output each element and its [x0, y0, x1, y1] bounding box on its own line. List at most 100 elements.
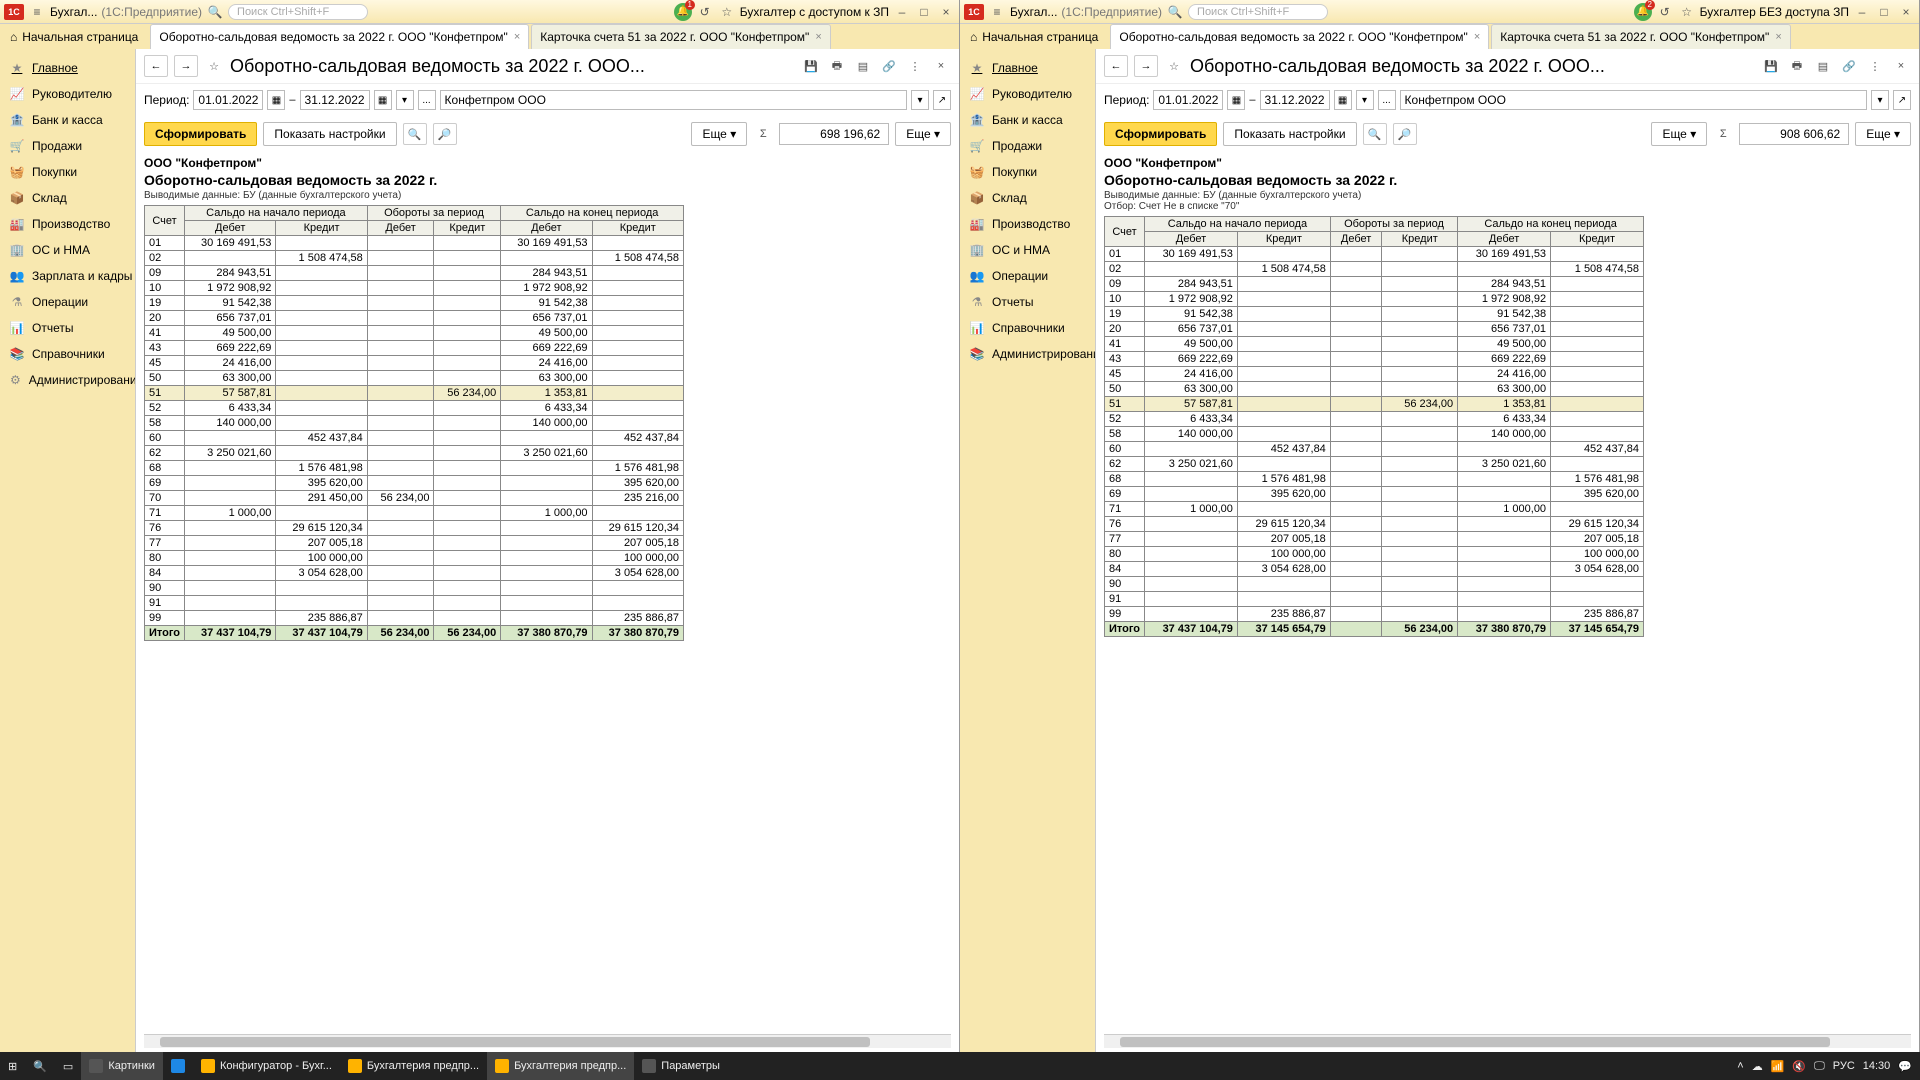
data-table[interactable]: СчетСальдо на начало периодаОбороты за п… — [144, 205, 684, 641]
find-ext-button[interactable]: 🔎 — [1393, 123, 1417, 145]
sidebar-item[interactable]: ⚗Отчеты — [960, 289, 1095, 315]
table-row[interactable]: 5063 300,0063 300,00 — [1105, 382, 1644, 397]
sidebar-item[interactable]: ⚗Операции — [0, 289, 135, 315]
task-item[interactable] — [163, 1052, 193, 1080]
forward-button[interactable]: → — [1134, 55, 1158, 77]
save-icon[interactable]: 💾 — [801, 56, 821, 76]
settings-button[interactable]: Показать настройки — [1223, 122, 1356, 146]
sidebar-item[interactable]: 📊Отчеты — [0, 315, 135, 341]
h-scrollbar[interactable] — [1104, 1034, 1911, 1048]
tab-card[interactable]: Карточка счета 51 за 2022 г. ООО "Конфет… — [1491, 24, 1791, 49]
calendar-icon[interactable]: ▦ — [1334, 90, 1352, 110]
table-row[interactable]: 80100 000,00100 000,00 — [1105, 547, 1644, 562]
sidebar-item[interactable]: 🏢ОС и НМА — [960, 237, 1095, 263]
print-icon[interactable]: 🖶 — [827, 56, 847, 76]
sidebar-item[interactable]: 📚Справочники — [0, 341, 135, 367]
star-icon[interactable]: ☆ — [1678, 3, 1696, 21]
task-item[interactable]: Параметры — [634, 1052, 728, 1080]
maximize-icon[interactable]: □ — [1875, 3, 1893, 21]
table-row[interactable]: 526 433,346 433,34 — [1105, 412, 1644, 427]
sidebar-item[interactable]: 🛒Продажи — [0, 133, 135, 159]
tab-close-icon[interactable]: × — [1474, 31, 1480, 43]
table-row[interactable]: 60452 437,84452 437,84 — [1105, 442, 1644, 457]
menu-icon[interactable]: ≡ — [28, 3, 46, 21]
find-button[interactable]: 🔍 — [403, 123, 427, 145]
close-icon[interactable]: × — [1897, 3, 1915, 21]
table-row[interactable]: 09284 943,51284 943,51 — [1105, 277, 1644, 292]
date-from-input[interactable] — [193, 90, 263, 110]
date-to-input[interactable] — [1260, 90, 1330, 110]
task-item[interactable]: Конфигуратор - Бухг... — [193, 1052, 340, 1080]
table-row[interactable]: 623 250 021,603 250 021,60 — [145, 446, 684, 461]
table-row[interactable]: 101 972 908,921 972 908,92 — [1105, 292, 1644, 307]
table-row[interactable]: 60452 437,84452 437,84 — [145, 431, 684, 446]
star-icon[interactable]: ☆ — [1164, 56, 1184, 76]
table-row[interactable]: 1991 542,3891 542,38 — [145, 296, 684, 311]
export-icon[interactable]: ▤ — [1813, 56, 1833, 76]
sidebar-item[interactable]: 📦Склад — [960, 185, 1095, 211]
task-item[interactable]: Бухгалтерия предпр... — [340, 1052, 487, 1080]
tab-home[interactable]: ⌂Начальная страница — [960, 24, 1108, 49]
back-button[interactable]: ← — [144, 55, 168, 77]
sidebar-item[interactable]: 🏭Производство — [0, 211, 135, 237]
form-button[interactable]: Сформировать — [144, 122, 257, 146]
link-icon[interactable]: 🔗 — [879, 56, 899, 76]
sidebar-item[interactable]: 🛒Продажи — [960, 133, 1095, 159]
table-row[interactable]: 70291 450,0056 234,00235 216,00 — [145, 491, 684, 506]
table-row[interactable]: 843 054 628,003 054 628,00 — [145, 566, 684, 581]
table-row[interactable]: 0130 169 491,5330 169 491,53 — [1105, 247, 1644, 262]
table-row[interactable]: 681 576 481,981 576 481,98 — [145, 461, 684, 476]
date-to-input[interactable] — [300, 90, 370, 110]
table-row[interactable]: 4149 500,0049 500,00 — [1105, 337, 1644, 352]
sidebar-item[interactable]: ⚙Администрирование — [0, 367, 135, 393]
search-input[interactable]: Поиск Ctrl+Shift+F — [228, 4, 368, 20]
more-button[interactable]: Еще ▾ — [691, 122, 747, 146]
sidebar-item[interactable]: 📦Склад — [0, 185, 135, 211]
sidebar-item[interactable]: 📈Руководителю — [960, 81, 1095, 107]
table-row[interactable]: 681 576 481,981 576 481,98 — [1105, 472, 1644, 487]
table-row[interactable]: 5157 587,8156 234,001 353,81 — [1105, 397, 1644, 412]
period-dots-button[interactable]: ... — [1378, 90, 1396, 110]
more-button-2[interactable]: Еще ▾ — [1855, 122, 1911, 146]
tray-wifi-icon[interactable]: 📶 — [1771, 1060, 1785, 1073]
tab-close-icon[interactable]: × — [1775, 31, 1781, 43]
table-row[interactable]: 91 — [1105, 592, 1644, 607]
find-ext-button[interactable]: 🔎 — [433, 123, 457, 145]
tray-chevron-icon[interactable]: ˄ — [1737, 1060, 1743, 1072]
settings-button[interactable]: Показать настройки — [263, 122, 396, 146]
minimize-icon[interactable]: – — [1853, 3, 1871, 21]
table-row[interactable]: 77207 005,18207 005,18 — [145, 536, 684, 551]
sidebar-item[interactable]: 📊Справочники — [960, 315, 1095, 341]
table-row[interactable]: 77207 005,18207 005,18 — [1105, 532, 1644, 547]
calendar-icon[interactable]: ▦ — [267, 90, 285, 110]
tab-close-icon[interactable]: × — [514, 31, 520, 43]
more-icon[interactable]: ⋮ — [1865, 56, 1885, 76]
table-row[interactable]: 90 — [1105, 577, 1644, 592]
task-item[interactable]: Бухгалтерия предпр... — [487, 1052, 634, 1080]
search-button[interactable]: 🔍 — [25, 1052, 55, 1080]
table-row[interactable]: 526 433,346 433,34 — [145, 401, 684, 416]
star-icon[interactable]: ☆ — [204, 56, 224, 76]
form-button[interactable]: Сформировать — [1104, 122, 1217, 146]
history-icon[interactable]: ↺ — [696, 3, 714, 21]
table-row[interactable]: 43669 222,69669 222,69 — [1105, 352, 1644, 367]
tray-volume-icon[interactable]: 🔇 — [1792, 1060, 1806, 1073]
table-row[interactable]: 80100 000,00100 000,00 — [145, 551, 684, 566]
close-content-icon[interactable]: × — [931, 56, 951, 76]
sidebar-item[interactable]: 🧺Покупки — [960, 159, 1095, 185]
maximize-icon[interactable]: □ — [915, 3, 933, 21]
table-row[interactable]: 711 000,001 000,00 — [1105, 502, 1644, 517]
table-row[interactable]: 58140 000,00140 000,00 — [1105, 427, 1644, 442]
table-row[interactable]: 99235 886,87235 886,87 — [1105, 607, 1644, 622]
more-icon[interactable]: ⋮ — [905, 56, 925, 76]
calendar-icon[interactable]: ▦ — [1227, 90, 1245, 110]
period-select-button[interactable]: ▾ — [1356, 90, 1374, 110]
link-icon[interactable]: 🔗 — [1839, 56, 1859, 76]
org-dropdown-icon[interactable]: ▾ — [1871, 90, 1889, 110]
sum-icon[interactable]: Σ — [1713, 124, 1733, 144]
table-row[interactable]: 843 054 628,003 054 628,00 — [1105, 562, 1644, 577]
org-dropdown-icon[interactable]: ▾ — [911, 90, 929, 110]
table-row[interactable]: 7629 615 120,3429 615 120,34 — [1105, 517, 1644, 532]
close-content-icon[interactable]: × — [1891, 56, 1911, 76]
sidebar-item[interactable]: 📚Администрирование — [960, 341, 1095, 367]
